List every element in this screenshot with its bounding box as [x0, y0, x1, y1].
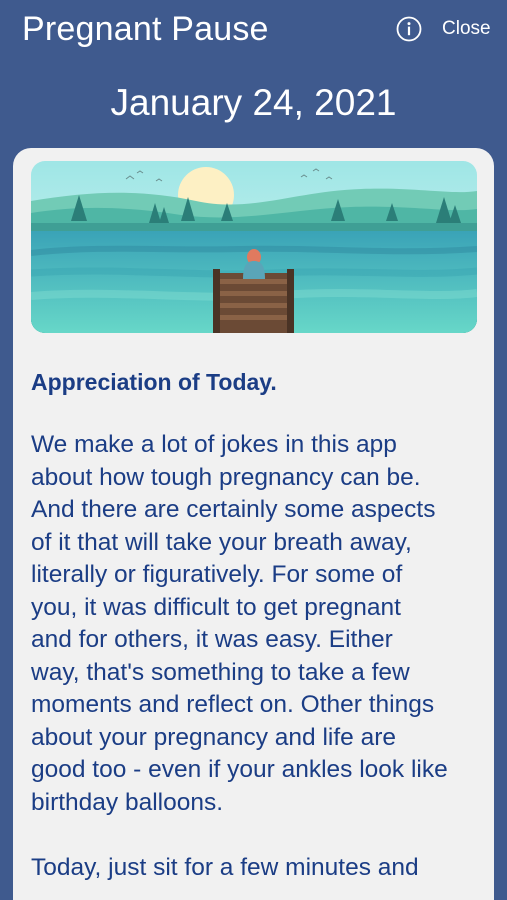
article-title: Appreciation of Today. [31, 369, 277, 395]
screen: Pregnant Pause Close January 24, 2021 Ap… [0, 0, 507, 900]
header: Pregnant Pause Close [0, 0, 507, 70]
close-button[interactable]: Close [442, 18, 491, 40]
app-title: Pregnant Pause [22, 10, 269, 48]
date-heading: January 24, 2021 [110, 82, 397, 123]
article-body: We make a lot of jokes in this app about… [31, 431, 448, 881]
info-icon[interactable] [396, 16, 422, 42]
content-card[interactable]: Appreciation of Today. We make a lot of … [13, 148, 494, 900]
lake-dock-illustration [31, 161, 477, 333]
